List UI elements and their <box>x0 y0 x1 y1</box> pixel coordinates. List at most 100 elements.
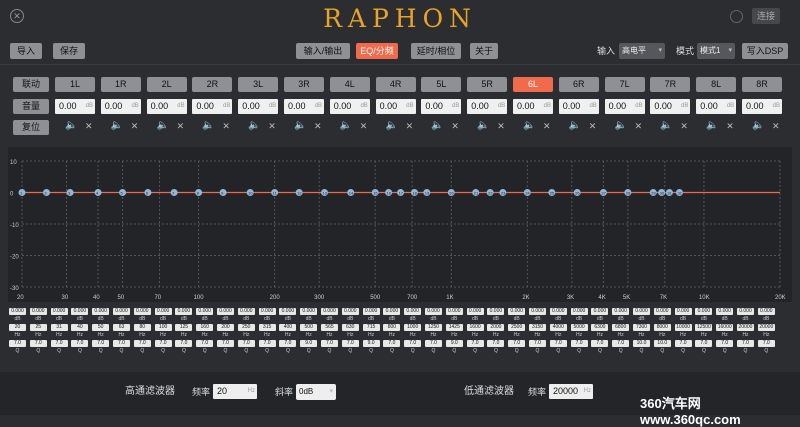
gain-input[interactable]: 0.000 <box>383 308 401 315</box>
volume-input-5R[interactable]: 0.00 dB <box>467 99 508 114</box>
gain-input[interactable]: 0.000 <box>757 308 775 315</box>
speaker-icon[interactable]: 🔈 ✕ <box>248 120 288 132</box>
freq-input[interactable]: 125 <box>175 324 193 331</box>
channel-3L[interactable]: 3L <box>238 77 279 92</box>
gain-input[interactable]: 0.000 <box>695 308 713 315</box>
tab-0[interactable]: 输入/输出 <box>296 43 350 59</box>
freq-input[interactable]: 20000 <box>757 324 775 331</box>
channel-6R[interactable]: 6R <box>558 77 599 92</box>
volume-input-1L[interactable]: 0.00 dB <box>55 99 95 114</box>
volume-input-6R[interactable]: 0.00 dB <box>558 99 599 114</box>
q-input[interactable]: 7.0 <box>196 340 214 347</box>
q-input[interactable]: 9.0 <box>445 340 463 347</box>
tab-2[interactable]: 延时/相位 <box>411 43 461 59</box>
gain-input[interactable]: 0.000 <box>529 308 546 315</box>
freq-input[interactable]: 250 <box>237 324 255 331</box>
mute-icon[interactable]: ✕ <box>222 120 230 132</box>
mute-icon[interactable]: ✕ <box>314 120 322 132</box>
volume-input-7R[interactable]: 0.00 dB <box>650 99 691 114</box>
freq-input[interactable]: 6800 <box>612 324 630 331</box>
channel-6L[interactable]: 6L <box>513 77 553 92</box>
gain-input[interactable]: 0.000 <box>633 308 650 315</box>
freq-input[interactable]: 16000 <box>716 324 734 331</box>
gain-input[interactable]: 0.000 <box>674 308 692 315</box>
connect-button[interactable]: 连接 <box>752 8 780 24</box>
tab-3[interactable]: 关于 <box>470 43 498 59</box>
gain-input[interactable]: 0.000 <box>217 308 234 315</box>
volume-input-7L[interactable]: 0.00 dB <box>604 99 645 114</box>
freq-input[interactable]: 31 <box>50 324 68 331</box>
write-dsp-button[interactable]: 写入DSP <box>742 43 788 59</box>
volume-input-1R[interactable]: 0.00 dB <box>100 99 141 114</box>
q-input[interactable]: 7.0 <box>29 340 47 347</box>
q-input[interactable]: 7.0 <box>50 340 68 347</box>
speaker-icon[interactable]: 🔈 ✕ <box>615 120 655 132</box>
volume-input-2L[interactable]: 0.00 dB <box>146 99 187 114</box>
gain-input[interactable]: 0.000 <box>196 308 214 315</box>
volume-input-8L[interactable]: 0.00 dB <box>696 99 737 114</box>
gain-input[interactable]: 0.000 <box>321 308 338 315</box>
q-input[interactable]: 7.0 <box>737 340 754 347</box>
speaker-icon[interactable]: 🔈 ✕ <box>431 120 471 132</box>
mute-icon[interactable]: ✕ <box>85 120 93 132</box>
channel-2L[interactable]: 2L <box>146 77 187 92</box>
freq-input[interactable]: 50 <box>92 324 110 331</box>
gain-input[interactable]: 0.000 <box>71 308 89 315</box>
volume-input-3R[interactable]: 0.00 dB <box>284 99 324 114</box>
speaker-icon[interactable]: 🔈 ✕ <box>706 120 746 132</box>
mute-icon[interactable]: ✕ <box>680 120 688 132</box>
close-icon[interactable]: ✕ <box>10 9 24 23</box>
gain-input[interactable]: 0.000 <box>362 308 380 315</box>
q-input[interactable]: 7.0 <box>612 340 630 347</box>
freq-input[interactable]: 4000 <box>549 324 567 331</box>
q-input[interactable]: 7.0 <box>570 340 588 347</box>
q-input[interactable]: 7.0 <box>674 340 692 347</box>
freq-input[interactable]: 315 <box>258 324 276 331</box>
q-input[interactable]: 7.0 <box>695 340 713 347</box>
gain-input[interactable]: 0.000 <box>113 308 130 315</box>
gain-input[interactable]: 0.000 <box>487 308 505 315</box>
q-input[interactable]: 7.0 <box>716 340 734 347</box>
gain-input[interactable]: 0.000 <box>92 308 110 315</box>
gain-input[interactable]: 0.000 <box>425 308 442 315</box>
q-input[interactable]: 10.0 <box>633 340 650 347</box>
q-input[interactable]: 7.0 <box>757 340 775 347</box>
gain-input[interactable]: 0.000 <box>549 308 567 315</box>
gain-input[interactable]: 0.000 <box>154 308 172 315</box>
freq-input[interactable]: 160 <box>196 324 214 331</box>
gain-input[interactable]: 0.000 <box>50 308 68 315</box>
gain-input[interactable]: 0.000 <box>341 308 359 315</box>
freq-input[interactable]: 2000 <box>487 324 505 331</box>
freq-input[interactable]: 565 <box>321 324 338 331</box>
freq-input[interactable]: 3150 <box>529 324 546 331</box>
freq-input[interactable]: 1600 <box>466 324 484 331</box>
q-input[interactable]: 7.0 <box>549 340 567 347</box>
import-button[interactable]: 导入 <box>10 43 42 59</box>
gain-input[interactable]: 0.000 <box>445 308 463 315</box>
q-input[interactable]: 7.0 <box>425 340 442 347</box>
speaker-icon[interactable]: 🔈 ✕ <box>294 120 334 132</box>
mute-icon[interactable]: ✕ <box>360 120 368 132</box>
freq-input[interactable]: 12500 <box>695 324 713 331</box>
freq-input[interactable]: 1000 <box>404 324 422 331</box>
channel-4L[interactable]: 4L <box>329 77 370 92</box>
channel-8L[interactable]: 8L <box>696 77 737 92</box>
gain-input[interactable]: 0.000 <box>258 308 276 315</box>
channel-5L[interactable]: 5L <box>421 77 462 92</box>
speaker-icon[interactable]: 🔈 ✕ <box>569 120 609 132</box>
q-input[interactable]: 10.0 <box>653 340 671 347</box>
volume-input-6L[interactable]: 0.00 dB <box>513 99 553 114</box>
freq-input[interactable]: 20000 <box>737 324 754 331</box>
speaker-icon[interactable]: 🔈 ✕ <box>65 120 105 132</box>
freq-input[interactable]: 8000 <box>653 324 671 331</box>
gain-input[interactable]: 0.000 <box>508 308 526 315</box>
freq-input[interactable]: 500 <box>300 324 318 331</box>
volume-input-4L[interactable]: 0.00 dB <box>329 99 370 114</box>
mode-select[interactable]: 模式1 <box>697 43 735 59</box>
speaker-icon[interactable]: 🔈 ✕ <box>660 120 700 132</box>
gain-input[interactable]: 0.000 <box>466 308 484 315</box>
q-input[interactable]: 7.0 <box>508 340 526 347</box>
q-input[interactable]: 7.0 <box>217 340 234 347</box>
gain-input[interactable]: 0.000 <box>279 308 297 315</box>
freq-input[interactable]: 7300 <box>633 324 650 331</box>
